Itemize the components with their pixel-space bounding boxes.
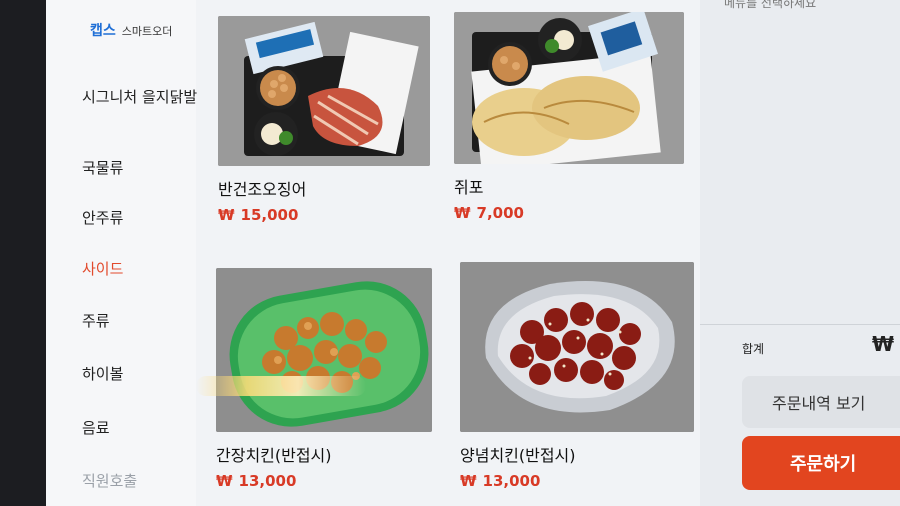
product-card[interactable]: 양념치킨(반접시) ₩13,000 [460,262,694,490]
order-button[interactable]: 주문하기 [742,436,900,490]
product-name: 반건조오징어 [218,180,307,199]
product-card[interactable]: 간장치킨(반접시) ₩13,000 [216,268,432,490]
sidebar-item-side[interactable]: 사이드 [82,258,202,280]
order-history-button[interactable]: 주문내역 보기 [742,376,900,428]
total-currency: ₩ [872,332,895,356]
product-card[interactable]: 쥐포 ₩7,000 [454,12,684,222]
product-photo-soy-chicken [216,268,432,432]
cart-panel: 메뉴를 선택하세요 합계 ₩ 주문내역 보기 주문하기 [700,0,900,506]
product-name: 쥐포 [454,178,484,197]
product-card[interactable]: 반건조오징어 ₩15,000 [218,16,430,224]
divider [700,324,900,325]
product-name: 간장치킨(반접시) [216,446,332,465]
sidebar-item-signature[interactable]: 시그니처 을지닭발 [82,86,202,108]
product-photo-squid [218,16,430,166]
brand-logo: 캡스 [90,23,116,39]
product-price: ₩13,000 [216,472,297,490]
brand: 캡스 스마트오더 [90,20,172,40]
product-photo-yangnyeom-chicken [460,262,694,432]
sidebar-item-call-staff[interactable]: 직원호출 [82,470,202,492]
sidebar-item-highball[interactable]: 하이볼 [82,363,202,385]
sidebar-item-drinks[interactable]: 음료 [82,417,202,439]
product-price: ₩13,000 [460,472,541,490]
product-name: 양념치킨(반접시) [460,446,576,465]
category-sidebar: 캡스 스마트오더 시그니처 을지닭발 국물류 안주류 사이드 주류 하이볼 음료… [46,0,197,506]
sidebar-item-snacks[interactable]: 안주류 [82,207,202,229]
total-label: 합계 [742,342,765,356]
kiosk-screen: 캡스 스마트오더 시그니처 을지닭발 국물류 안주류 사이드 주류 하이볼 음료… [46,0,900,506]
product-price: ₩7,000 [454,204,524,222]
sidebar-item-liquor[interactable]: 주류 [82,310,202,332]
brand-subtitle: 스마트오더 [121,25,173,38]
cart-hint: 메뉴를 선택하세요 [724,0,817,10]
sidebar-item-soup[interactable]: 국물류 [82,157,202,179]
product-price: ₩15,000 [218,206,299,224]
product-photo-jwipo [454,12,684,164]
